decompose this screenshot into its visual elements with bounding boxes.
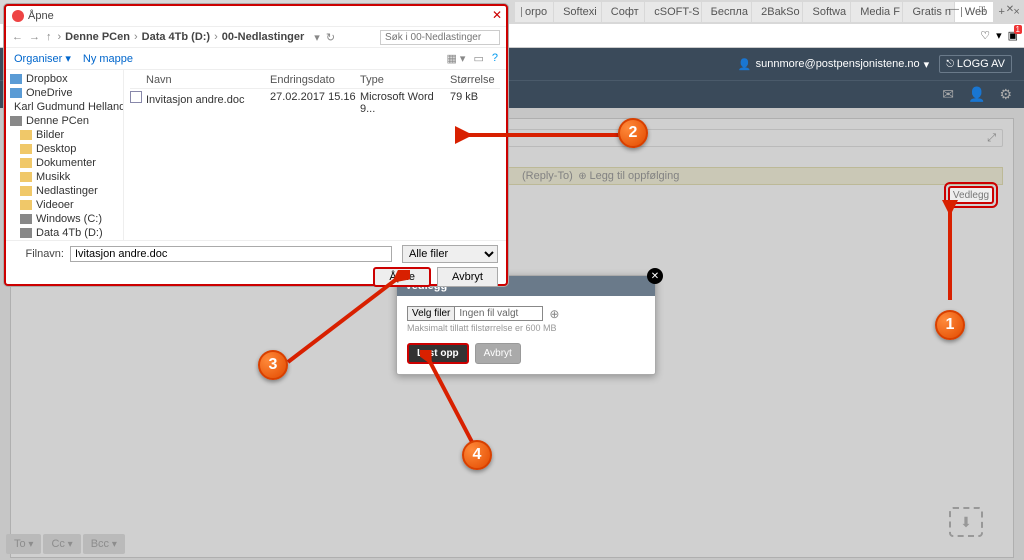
- col-name[interactable]: Navn: [130, 74, 270, 86]
- folder-icon: [10, 116, 22, 126]
- tree-label: Data 4Tb (D:): [36, 227, 103, 239]
- browser-tab[interactable]: Softexi: [554, 2, 601, 22]
- folder-icon: [10, 74, 22, 84]
- open-button[interactable]: Åpne: [373, 267, 431, 287]
- tree-label: Denne PCen: [26, 115, 89, 127]
- callout-3: 3: [258, 350, 288, 380]
- tree-item[interactable]: Dropbox: [6, 72, 123, 86]
- col-type[interactable]: Type: [360, 74, 450, 86]
- new-folder-button[interactable]: Ny mappe: [83, 53, 133, 65]
- folder-tree[interactable]: Dropbox OneDrive Karl Gudmund Helland Denne…: [6, 70, 124, 240]
- tree-item[interactable]: Nedlastinger: [6, 184, 123, 198]
- nav-fwd-icon[interactable]: →: [29, 31, 40, 43]
- tree-item[interactable]: Denne PCen: [6, 114, 123, 128]
- browser-tab[interactable]: Софт: [602, 2, 644, 22]
- tree-label: Musikk: [36, 171, 70, 183]
- callout-1: 1: [935, 310, 965, 340]
- tree-label: Dropbox: [26, 73, 68, 85]
- window-close[interactable]: ✕: [996, 0, 1024, 20]
- callout-2: 2: [618, 118, 648, 148]
- tree-label: OneDrive: [26, 87, 72, 99]
- tree-label: Videoer: [36, 199, 74, 211]
- browser-tab[interactable]: orpo: [515, 2, 553, 22]
- file-row[interactable]: Invitasjon andre.doc 27.02.2017 15.16 Mi…: [130, 89, 500, 117]
- col-size[interactable]: Størrelse: [450, 74, 500, 86]
- dialog-cancel-button[interactable]: Avbryt: [437, 267, 498, 287]
- file-open-dialog: Åpne ✕ ← → ↑ ›Denne PCen ›Data 4Tb (D:) …: [4, 4, 508, 286]
- tree-label: Desktop: [36, 143, 76, 155]
- tree-item[interactable]: Videoer: [6, 198, 123, 212]
- filetype-select[interactable]: Alle filer: [402, 245, 498, 263]
- logoff-button[interactable]: ⎋ LOGG AV: [939, 55, 1012, 73]
- tree-item[interactable]: Musikk: [6, 170, 123, 184]
- tree-item[interactable]: Windows (C:): [6, 212, 123, 226]
- folder-icon: [20, 172, 32, 182]
- tree-item[interactable]: Desktop: [6, 142, 123, 156]
- tree-label: Dokumenter: [36, 157, 96, 169]
- folder-icon: [20, 144, 32, 154]
- opera-icon: [12, 10, 24, 22]
- filename-label: Filnavn:: [14, 248, 64, 260]
- folder-icon: [20, 158, 32, 168]
- folder-icon: [20, 228, 32, 238]
- crumb-dropdown-icon[interactable]: ▾: [314, 31, 320, 44]
- cancel-button[interactable]: Avbryt: [475, 343, 521, 364]
- mail-icon[interactable]: ✉: [942, 86, 954, 103]
- person-icon[interactable]: 👤: [968, 86, 985, 103]
- user-menu[interactable]: 👤 sunnmore@postpensjonistene.no ▾: [738, 58, 929, 71]
- tree-label: Nedlastinger: [36, 185, 98, 197]
- tree-label: Bilder: [36, 129, 64, 141]
- tree-item[interactable]: Bilder: [6, 128, 123, 142]
- dialog-close-button[interactable]: ✕: [492, 8, 502, 22]
- browser-tab[interactable]: 2BakSo: [752, 2, 802, 22]
- callout-4: 4: [462, 440, 492, 470]
- help-icon[interactable]: ?: [492, 52, 498, 65]
- folder-icon: [10, 88, 22, 98]
- browser-tab[interactable]: cSOFT-S: [645, 2, 700, 22]
- tree-item[interactable]: Karl Gudmund Helland: [6, 100, 123, 114]
- browser-tab[interactable]: Беспла: [702, 2, 751, 22]
- view-toggle[interactable]: ▦ ▾: [446, 52, 465, 65]
- tree-item[interactable]: OneDrive: [6, 86, 123, 100]
- doc-icon: [130, 91, 142, 103]
- tree-label: Karl Gudmund Helland: [14, 101, 124, 113]
- refresh-button[interactable]: ↻: [326, 31, 335, 44]
- window-maximize[interactable]: □: [968, 0, 996, 20]
- browser-tab[interactable]: Softwa: [803, 2, 850, 22]
- nav-back-icon[interactable]: ←: [12, 31, 23, 43]
- tree-item[interactable]: Data 4Tb (D:): [6, 226, 123, 240]
- file-list[interactable]: Navn Endringsdato Type Størrelse Invitas…: [124, 70, 506, 240]
- preview-pane-icon[interactable]: ▭: [473, 52, 483, 65]
- browser-tab[interactable]: Media F: [851, 2, 902, 22]
- dialog-title-bar: Åpne ✕: [6, 6, 506, 26]
- chevron-down-icon: ▾: [924, 58, 930, 71]
- tree-item[interactable]: Dokumenter: [6, 156, 123, 170]
- col-date[interactable]: Endringsdato: [270, 74, 360, 86]
- vedlegg-button[interactable]: Vedlegg: [948, 186, 994, 204]
- bookmark-icon[interactable]: ▾: [996, 29, 1002, 42]
- nav-up-icon[interactable]: ↑: [46, 31, 52, 43]
- file-input-display: Ingen fil valgt: [455, 306, 543, 321]
- heart-icon[interactable]: ♡: [980, 29, 990, 42]
- notify-icon[interactable]: ▣1: [1008, 29, 1018, 42]
- window-minimize[interactable]: —: [940, 0, 968, 20]
- breadcrumb[interactable]: ›Denne PCen ›Data 4Tb (D:) ›00-Nedlastin…: [58, 31, 305, 43]
- folder-icon: [20, 200, 32, 210]
- max-size-label: Maksimalt tillatt filstørrelse er 600 MB: [407, 323, 645, 333]
- dialog-title: Åpne: [28, 10, 54, 22]
- folder-icon: [20, 214, 32, 224]
- user-icon: 👤: [738, 58, 752, 71]
- gear-icon[interactable]: ⚙: [999, 86, 1012, 103]
- filename-input[interactable]: [70, 246, 392, 262]
- organize-menu[interactable]: Organiser ▾: [14, 52, 71, 65]
- upload-button[interactable]: Last opp: [407, 343, 469, 364]
- user-email: sunnmore@postpensjonistene.no: [756, 58, 920, 70]
- folder-icon: [20, 186, 32, 196]
- add-file-icon[interactable]: ⊕: [549, 307, 559, 321]
- search-input[interactable]: [380, 30, 500, 45]
- modal-close-button[interactable]: ✕: [647, 268, 663, 284]
- tree-label: Windows (C:): [36, 213, 102, 225]
- folder-icon: [20, 130, 32, 140]
- choose-files-button[interactable]: Velg filer: [407, 306, 455, 321]
